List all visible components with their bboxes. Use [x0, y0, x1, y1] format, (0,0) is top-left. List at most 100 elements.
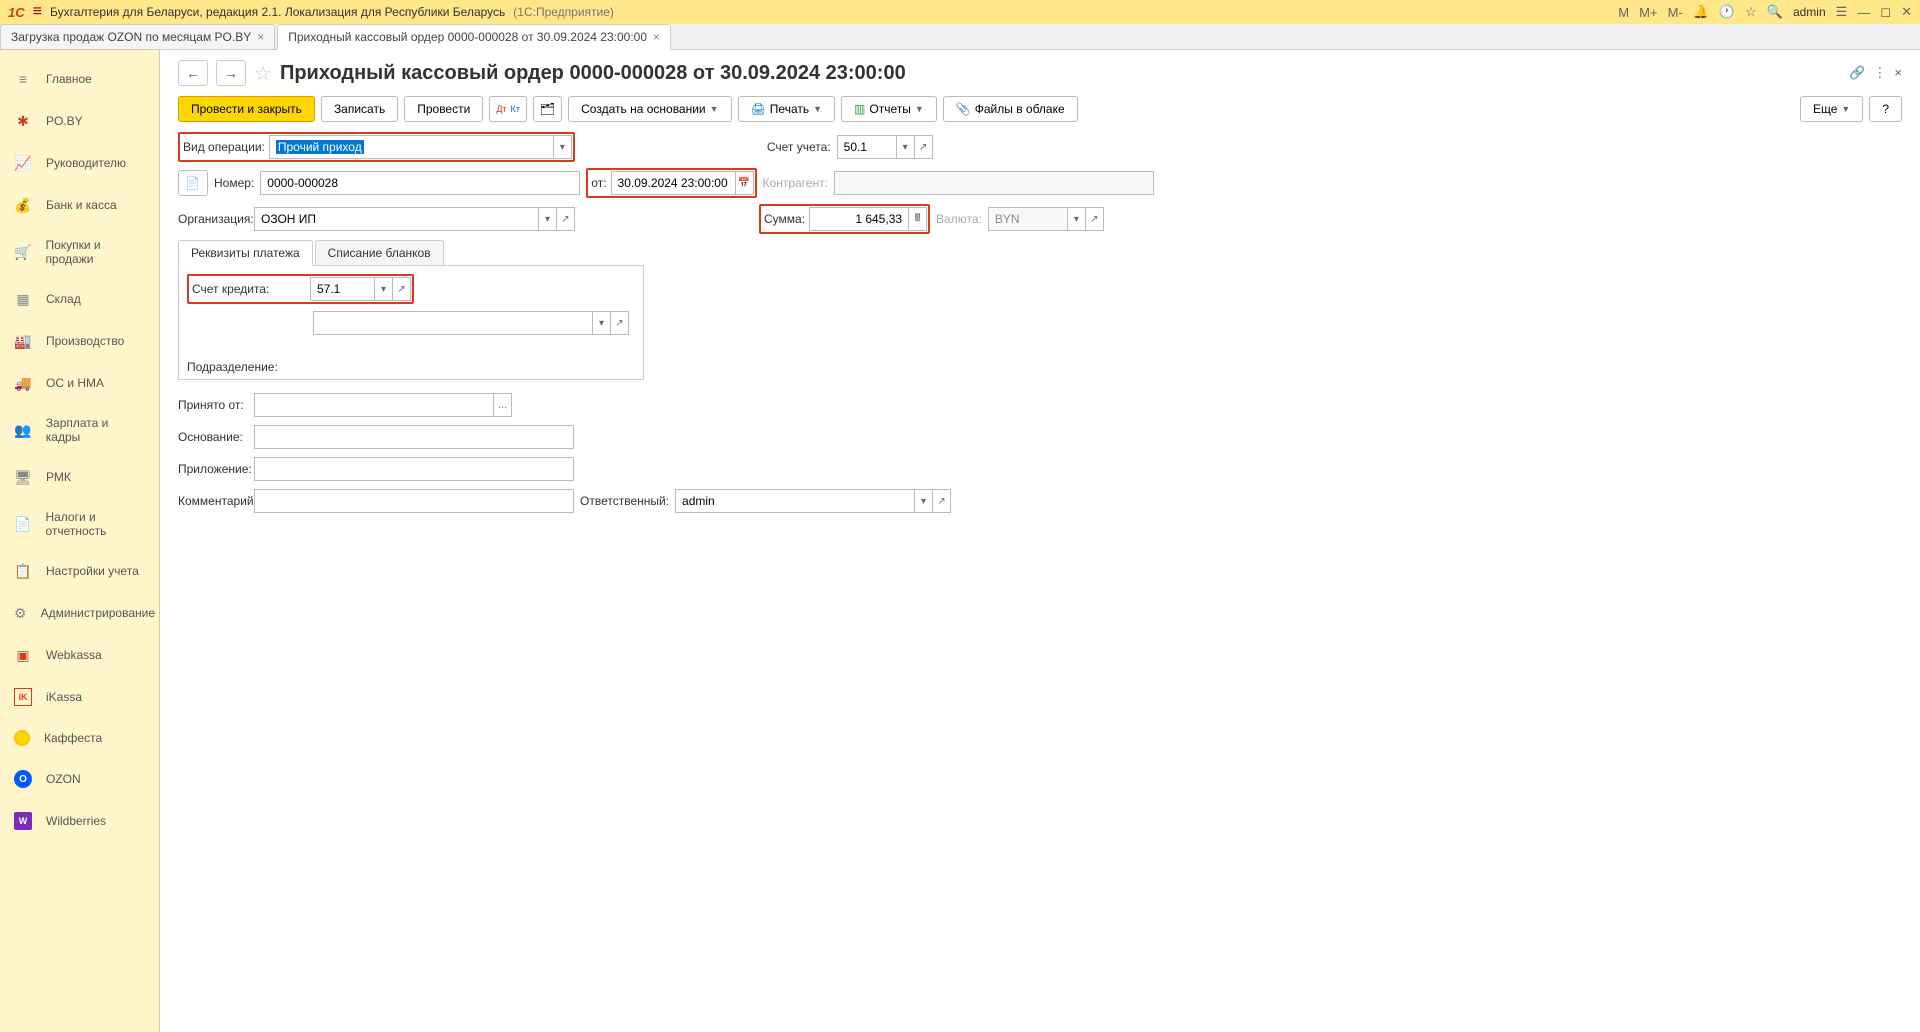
sidebar-item-taxes[interactable]: 📄 Налоги и отчетность [0, 498, 159, 550]
post-close-button[interactable]: Провести и закрыть [178, 96, 315, 122]
sidebar-item-wildberries[interactable]: W Wildberries [0, 800, 159, 842]
close-window-icon[interactable]: ✕ [1901, 4, 1912, 20]
history-icon[interactable]: 🕐 [1719, 4, 1735, 20]
dropdown-button[interactable]: ▾ [593, 311, 611, 335]
minimize-icon[interactable]: — [1857, 5, 1870, 20]
m-minus-button[interactable]: M- [1668, 5, 1683, 20]
subconto-input[interactable] [313, 311, 593, 335]
post-button[interactable]: Провести [404, 96, 483, 122]
user-name[interactable]: admin [1793, 5, 1826, 19]
tab-blank-writeoff[interactable]: Списание бланков [315, 240, 444, 265]
reports-button[interactable]: ▥ Отчеты ▼ [841, 96, 937, 122]
close-page-icon[interactable]: × [1894, 65, 1902, 81]
folder-icon: 📋 [14, 562, 32, 580]
dt-kt-button[interactable]: ДтКт [489, 96, 527, 122]
sidebar-label: PO.BY [46, 114, 83, 128]
account-input[interactable] [837, 135, 897, 159]
tab-ozon-load[interactable]: Загрузка продаж OZON по месяцам PO.BY × [0, 24, 275, 49]
create-based-button[interactable]: Создать на основании ▼ [568, 96, 731, 122]
dropdown-button[interactable]: ▾ [554, 135, 572, 159]
open-button[interactable]: ↗ [393, 277, 411, 301]
new-number-button[interactable]: 📄 [178, 170, 208, 196]
responsible-input[interactable] [675, 489, 915, 513]
wallet-icon: 💰 [14, 196, 32, 214]
sidebar-item-main[interactable]: ≡ Главное [0, 58, 159, 100]
menu-icon[interactable]: ≡ [33, 3, 42, 21]
calendar-button[interactable]: 📅 [736, 171, 754, 195]
operation-type-input[interactable]: Прочий приход [269, 135, 554, 159]
help-button[interactable]: ? [1869, 96, 1902, 122]
sidebar-item-sales[interactable]: 🛒 Покупки и продажи [0, 226, 159, 278]
received-from-input[interactable] [254, 393, 494, 417]
chevron-down-icon: ▼ [915, 104, 924, 114]
m-button[interactable]: M [1618, 5, 1629, 20]
sidebar-item-ikassa[interactable]: iK iKassa [0, 676, 159, 718]
sidebar-item-webkassa[interactable]: ▣ Webkassa [0, 634, 159, 676]
sidebar-item-manager[interactable]: 📈 Руководителю [0, 142, 159, 184]
forward-button[interactable]: → [216, 60, 246, 86]
favorite-icon[interactable]: ☆ [254, 61, 272, 86]
sidebar-item-settings[interactable]: 📋 Настройки учета [0, 550, 159, 592]
save-button[interactable]: Записать [321, 96, 398, 122]
open-button[interactable]: ↗ [915, 135, 933, 159]
org-input[interactable] [254, 207, 539, 231]
close-icon[interactable]: × [653, 30, 660, 44]
date-input[interactable] [611, 171, 736, 195]
tree-icon: 🗂 [540, 102, 555, 116]
more-icon[interactable]: ⋮ [1873, 65, 1886, 81]
open-button[interactable]: ↗ [557, 207, 575, 231]
currency-label: Валюта: [936, 212, 982, 226]
dropdown-button[interactable]: ▾ [375, 277, 393, 301]
factory-icon: 🏭 [14, 332, 32, 350]
sidebar-item-salary[interactable]: 👥 Зарплата и кадры [0, 404, 159, 456]
star-icon-header[interactable]: ☆ [1745, 4, 1757, 20]
dropdown-button[interactable]: ▾ [539, 207, 557, 231]
sidebar-label: Wildberries [46, 814, 106, 828]
comment-input[interactable] [254, 489, 574, 513]
link-icon[interactable]: 🔗 [1849, 65, 1865, 81]
dropdown-button[interactable]: ▾ [1068, 207, 1086, 231]
sidebar-item-assets[interactable]: 🚚 ОС и НМА [0, 362, 159, 404]
sidebar-item-bank[interactable]: 💰 Банк и касса [0, 184, 159, 226]
restore-icon[interactable]: ◻ [1880, 4, 1891, 20]
search-icon[interactable]: 🔍 [1767, 4, 1783, 20]
sidebar-item-production[interactable]: 🏭 Производство [0, 320, 159, 362]
sidebar-item-admin[interactable]: ⚙ Администрирование [0, 592, 159, 634]
tab-bar: Загрузка продаж OZON по месяцам PO.BY × … [0, 24, 1920, 50]
dropdown-button[interactable]: ▾ [897, 135, 915, 159]
sidebar-item-poby[interactable]: ✱ PO.BY [0, 100, 159, 142]
sidebar-item-warehouse[interactable]: ▦ Склад [0, 278, 159, 320]
cart-icon: 🛒 [14, 243, 31, 261]
ellipsis-button[interactable]: … [494, 393, 512, 417]
sidebar-item-ozon[interactable]: O OZON [0, 758, 159, 800]
number-input[interactable] [260, 171, 580, 195]
bell-icon[interactable]: 🔔 [1693, 4, 1709, 20]
chart-icon: 📈 [14, 154, 32, 172]
open-button[interactable]: ↗ [1086, 207, 1104, 231]
print-button[interactable]: 🖨 Печать ▼ [738, 96, 835, 122]
dropdown-button[interactable]: ▾ [915, 489, 933, 513]
sidebar-item-rmk[interactable]: 🖥 РМК [0, 456, 159, 498]
comment-label: Комментарий: [178, 494, 248, 508]
sidebar-item-kaffesta[interactable]: Каффеста [0, 718, 159, 758]
m-plus-button[interactable]: M+ [1639, 5, 1657, 20]
close-icon[interactable]: × [257, 30, 264, 44]
more-button[interactable]: Еще ▼ [1800, 96, 1863, 122]
back-button[interactable]: ← [178, 60, 208, 86]
amount-input[interactable] [809, 207, 909, 231]
tab-label: Загрузка продаж OZON по месяцам PO.BY [11, 30, 251, 44]
credit-account-label: Счет кредита: [190, 282, 306, 296]
ikassa-icon: iK [14, 688, 32, 706]
tab-payment-details[interactable]: Реквизиты платежа [178, 240, 313, 266]
attachment-input[interactable] [254, 457, 574, 481]
calculator-button[interactable]: 🖩 [909, 207, 927, 231]
files-button[interactable]: 📎 Файлы в облаке [943, 96, 1078, 122]
structure-button[interactable]: 🗂 [533, 96, 562, 122]
open-button[interactable]: ↗ [933, 489, 951, 513]
tab-cash-order[interactable]: Приходный кассовый ордер 0000-000028 от … [277, 24, 671, 50]
open-button[interactable]: ↗ [611, 311, 629, 335]
credit-account-input[interactable] [310, 277, 375, 301]
basis-input[interactable] [254, 425, 574, 449]
poby-icon: ✱ [14, 112, 32, 130]
settings-icon[interactable]: ☰ [1836, 4, 1848, 20]
